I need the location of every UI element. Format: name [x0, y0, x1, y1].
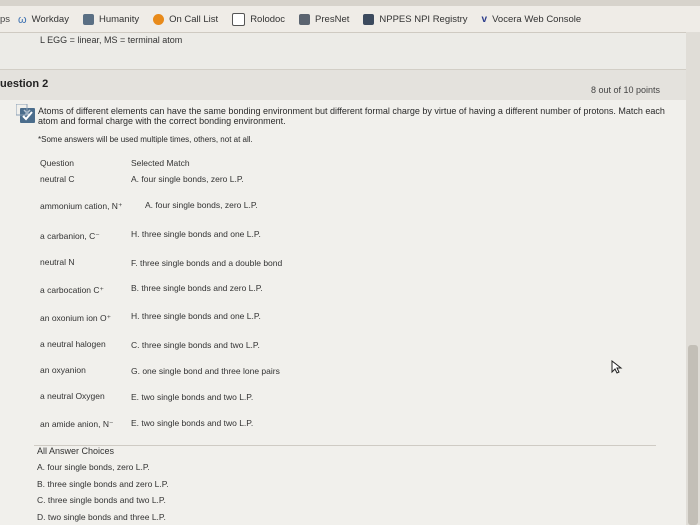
previous-answer-text: L EGG = linear, MS = terminal atom [40, 35, 183, 45]
column-header-question: Question [40, 158, 75, 168]
bookmark-vocera[interactable]: v Vocera Web Console [482, 14, 582, 25]
match-question: a neutral halogen [40, 339, 106, 349]
question-header [0, 70, 686, 100]
answer-choice: D. two single bonds and three L.P. [37, 512, 166, 522]
partial-credit-icon [16, 104, 35, 123]
match-question: an oxonium ion O⁺ [40, 313, 112, 323]
match-question: a carbanion, C⁻ [40, 231, 100, 241]
selected-match: G. one single bond and three lone pairs [131, 366, 280, 376]
bookmarks-bar: ps ω Workday Humanity On Call List Rolodo… [0, 6, 700, 33]
mouse-cursor-icon [611, 360, 623, 374]
selected-match: F. three single bonds and a double bond [131, 258, 283, 268]
humanity-icon [82, 13, 94, 25]
selected-match: A. four single bonds, zero L.P. [145, 200, 258, 210]
answer-choice: B. three single bonds and zero L.P. [37, 479, 169, 489]
bookmark-label: PresNet [315, 13, 350, 25]
answer-choice: A. four single bonds, zero L.P. [37, 462, 150, 472]
bookmark-label: Workday [31, 13, 69, 25]
question-note: *Some answers will be used multiple time… [38, 135, 253, 144]
question-text: Atoms of different elements can have the… [38, 106, 665, 126]
selected-match: C. three single bonds and two L.P. [131, 340, 260, 350]
answer-choices-divider [34, 445, 656, 446]
bookmark-label: On Call List [169, 13, 219, 25]
selected-match: A. four single bonds, zero L.P. [131, 174, 244, 184]
selected-match: H. three single bonds and one L.P. [131, 229, 261, 239]
rolodoc-icon [232, 12, 246, 26]
column-header-selected-match: Selected Match [131, 158, 190, 168]
bookmark-label: NPPES NPI Registry [379, 13, 468, 25]
match-question: ammonium cation, N⁺ [40, 201, 123, 211]
bookmark-label: ps [0, 13, 11, 25]
bookmark-rolodoc[interactable]: Rolodoc [232, 12, 286, 26]
question-points: 8 out of 10 points [590, 85, 660, 95]
vocera-icon: v [481, 13, 488, 25]
bookmark-nppes[interactable]: NPPES NPI Registry [363, 13, 468, 25]
scrollbar-thumb[interactable] [688, 345, 698, 525]
bookmark-label: Humanity [98, 13, 140, 25]
on-call-icon [153, 13, 165, 25]
answer-choice: C. three single bonds and two L.P. [37, 495, 166, 505]
bookmark-on-call-list[interactable]: On Call List [153, 13, 219, 25]
selected-match: E. two single bonds and two L.P. [131, 392, 254, 402]
bookmark-humanity[interactable]: Humanity [82, 13, 140, 25]
match-question: an oxyanion [40, 365, 86, 375]
question-title: uestion 2 [0, 78, 49, 90]
answer-choices-header: All Answer Choices [37, 446, 115, 456]
selected-match: H. three single bonds and one L.P. [131, 311, 261, 321]
match-question: neutral N [40, 257, 75, 267]
selected-match: E. two single bonds and two L.P. [131, 418, 254, 428]
bookmark-label: Rolodoc [250, 13, 286, 25]
match-question: an amide anion, N⁻ [40, 419, 114, 429]
match-question: a carbocation C⁺ [40, 285, 105, 295]
match-question: neutral C [40, 174, 75, 184]
match-question: a neutral Oxygen [40, 391, 105, 401]
selected-match: B. three single bonds and zero L.P. [131, 283, 263, 293]
presnet-icon [299, 13, 311, 25]
bookmark-workday[interactable]: ω Workday [18, 13, 69, 26]
bookmark-label: Vocera Web Console [492, 13, 582, 25]
workday-icon: ω [18, 13, 27, 26]
bookmark-presnet[interactable]: PresNet [299, 13, 350, 25]
bookmark-ps[interactable]: ps [0, 14, 10, 25]
nppes-icon [363, 13, 375, 25]
